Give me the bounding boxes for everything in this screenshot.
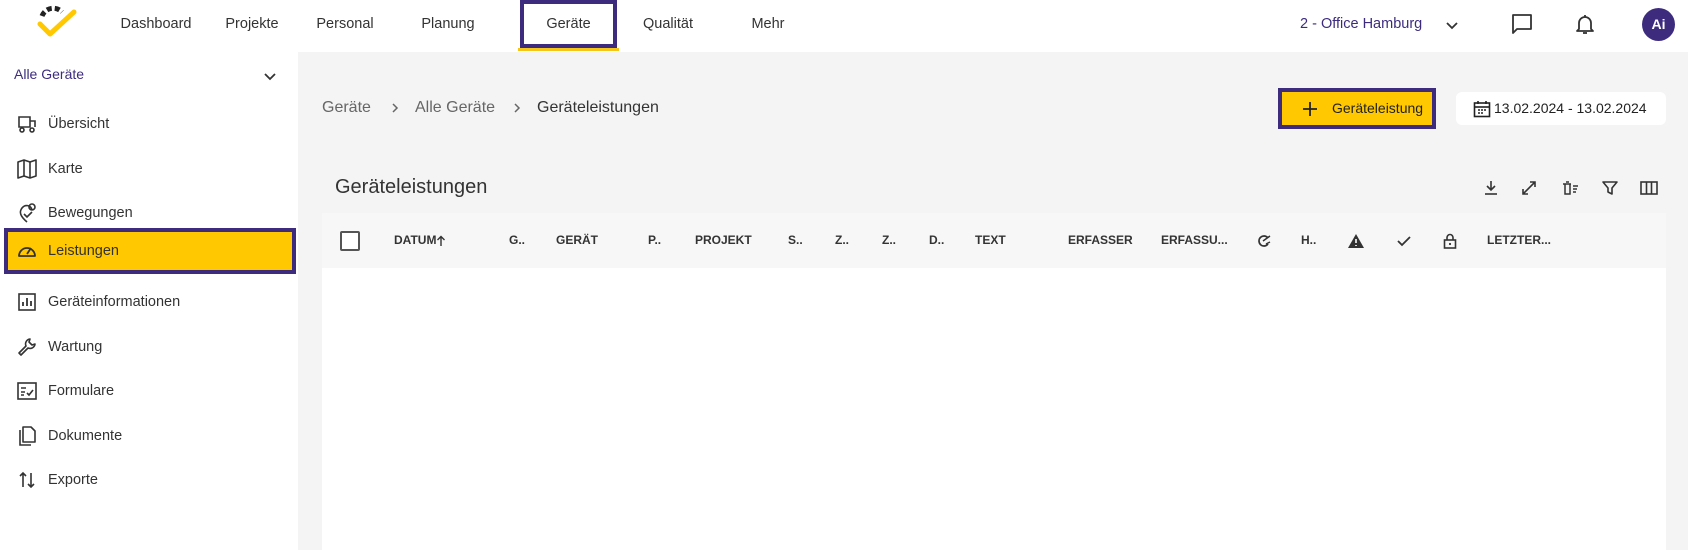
- sidebar-item-label: Dokumente: [48, 428, 123, 444]
- column-header-geraet[interactable]: GERÄT: [556, 213, 598, 268]
- map-icon: [17, 159, 37, 179]
- nav-dashboard[interactable]: Dashboard: [110, 0, 202, 48]
- sidebar-item-dokumente[interactable]: Dokumente: [4, 413, 296, 459]
- plus-icon: [1303, 102, 1317, 116]
- nav-qualitaet[interactable]: Qualität: [630, 0, 706, 48]
- column-header-h[interactable]: H..: [1301, 213, 1316, 268]
- nav-projekte[interactable]: Projekte: [212, 0, 292, 48]
- office-selector[interactable]: 2 - Office Hamburg: [1300, 0, 1422, 48]
- sidebar-item-label: Formulare: [48, 383, 115, 399]
- sort-ascending-icon[interactable]: [436, 235, 446, 247]
- chevron-down-icon[interactable]: [1444, 17, 1460, 33]
- lock-icon[interactable]: [1441, 232, 1459, 250]
- column-header-z1[interactable]: Z..: [835, 213, 849, 268]
- app-logo[interactable]: [34, 4, 82, 40]
- column-header-d[interactable]: D..: [929, 213, 944, 268]
- column-header-text[interactable]: TEXT: [975, 213, 1006, 268]
- data-table: DATUM G.. GERÄT P.. PROJEKT S.. Z.. Z.. …: [322, 213, 1666, 550]
- wrench-icon: [18, 338, 36, 356]
- calendar-icon: [1473, 101, 1491, 118]
- select-all-checkbox[interactable]: [340, 231, 360, 251]
- add-button-label: Geräteleistung: [1332, 100, 1424, 116]
- documents-icon: [19, 426, 36, 446]
- chevron-down-icon[interactable]: [262, 68, 278, 84]
- column-header-g[interactable]: G..: [509, 213, 525, 268]
- sidebar-item-label: Leistungen: [48, 243, 119, 259]
- forklift-icon: [18, 116, 36, 133]
- breadcrumb-alle-geraete[interactable]: Alle Geräte: [415, 96, 495, 120]
- bell-icon[interactable]: [1573, 12, 1597, 36]
- breadcrumb-geraete[interactable]: Geräte: [322, 96, 371, 120]
- column-header-erfasser[interactable]: ERFASSER: [1068, 213, 1133, 268]
- sidebar-item-label: Übersicht: [48, 116, 110, 132]
- nav-personal[interactable]: Personal: [302, 0, 388, 48]
- columns-icon[interactable]: [1639, 178, 1659, 198]
- sidebar-item-label: Exporte: [48, 472, 98, 488]
- delete-filter-icon[interactable]: [1560, 178, 1580, 198]
- fullscreen-icon[interactable]: [1519, 178, 1539, 198]
- sidebar: Alle Geräte Übersicht Karte Bewegungen L…: [0, 52, 298, 550]
- route-icon: [19, 203, 36, 223]
- sidebar-item-label: Wartung: [48, 339, 103, 355]
- top-navigation-bar: Dashboard Projekte Personal Planung Gerä…: [0, 0, 1688, 52]
- sidebar-item-uebersicht[interactable]: Übersicht: [4, 101, 296, 147]
- chevron-right-icon: [392, 103, 399, 113]
- nav-planung[interactable]: Planung: [398, 0, 498, 48]
- chevron-right-icon: [514, 103, 521, 113]
- column-header-s[interactable]: S..: [788, 213, 803, 268]
- column-header-erfassu[interactable]: ERFASSU...: [1161, 213, 1228, 268]
- gauge-icon: [18, 247, 36, 257]
- column-header-p[interactable]: P..: [648, 213, 661, 268]
- sidebar-item-wartung[interactable]: Wartung: [4, 324, 296, 370]
- add-geraeteleistung-button[interactable]: Geräteleistung: [1278, 88, 1436, 129]
- sidebar-item-formulare[interactable]: Formulare: [4, 368, 296, 414]
- warning-icon[interactable]: [1347, 232, 1365, 250]
- download-icon[interactable]: [1481, 178, 1501, 198]
- column-header-datum[interactable]: DATUM: [394, 213, 436, 268]
- table-title: Geräteleistungen: [335, 176, 488, 198]
- table-header: DATUM G.. GERÄT P.. PROJEKT S.. Z.. Z.. …: [322, 213, 1666, 268]
- chat-icon[interactable]: [1510, 12, 1534, 36]
- nav-geraete[interactable]: Geräte: [520, 0, 617, 48]
- sidebar-header[interactable]: Alle Geräte: [14, 66, 84, 82]
- user-avatar[interactable]: Ai: [1642, 8, 1675, 41]
- sidebar-item-exporte[interactable]: Exporte: [4, 457, 296, 503]
- column-label: DATUM: [394, 233, 437, 247]
- sidebar-item-leistungen[interactable]: Leistungen: [4, 228, 296, 274]
- nav-mehr[interactable]: Mehr: [728, 0, 808, 48]
- sidebar-item-karte[interactable]: Karte: [4, 146, 296, 192]
- form-checklist-icon: [17, 382, 37, 400]
- sidebar-item-label: Geräteinformationen: [48, 294, 181, 310]
- column-header-projekt[interactable]: PROJEKT: [695, 213, 752, 268]
- swap-arrows-icon: [19, 471, 35, 489]
- nav-active-indicator: [518, 48, 619, 51]
- chart-box-icon: [18, 293, 36, 311]
- filter-icon[interactable]: [1600, 178, 1620, 198]
- breadcrumb-current: Geräteleistungen: [537, 99, 659, 116]
- checkmark-icon[interactable]: [1395, 232, 1413, 250]
- column-header-z2[interactable]: Z..: [882, 213, 896, 268]
- date-range-label: 13.02.2024 - 13.02.2024: [1494, 100, 1647, 116]
- column-header-letzter[interactable]: LETZTER...: [1487, 213, 1551, 268]
- date-range-picker[interactable]: 13.02.2024 - 13.02.2024: [1456, 92, 1666, 125]
- sidebar-item-geraeteinformationen[interactable]: Geräteinformationen: [4, 279, 296, 325]
- loop-icon[interactable]: [1254, 232, 1272, 250]
- sidebar-item-label: Karte: [48, 161, 83, 177]
